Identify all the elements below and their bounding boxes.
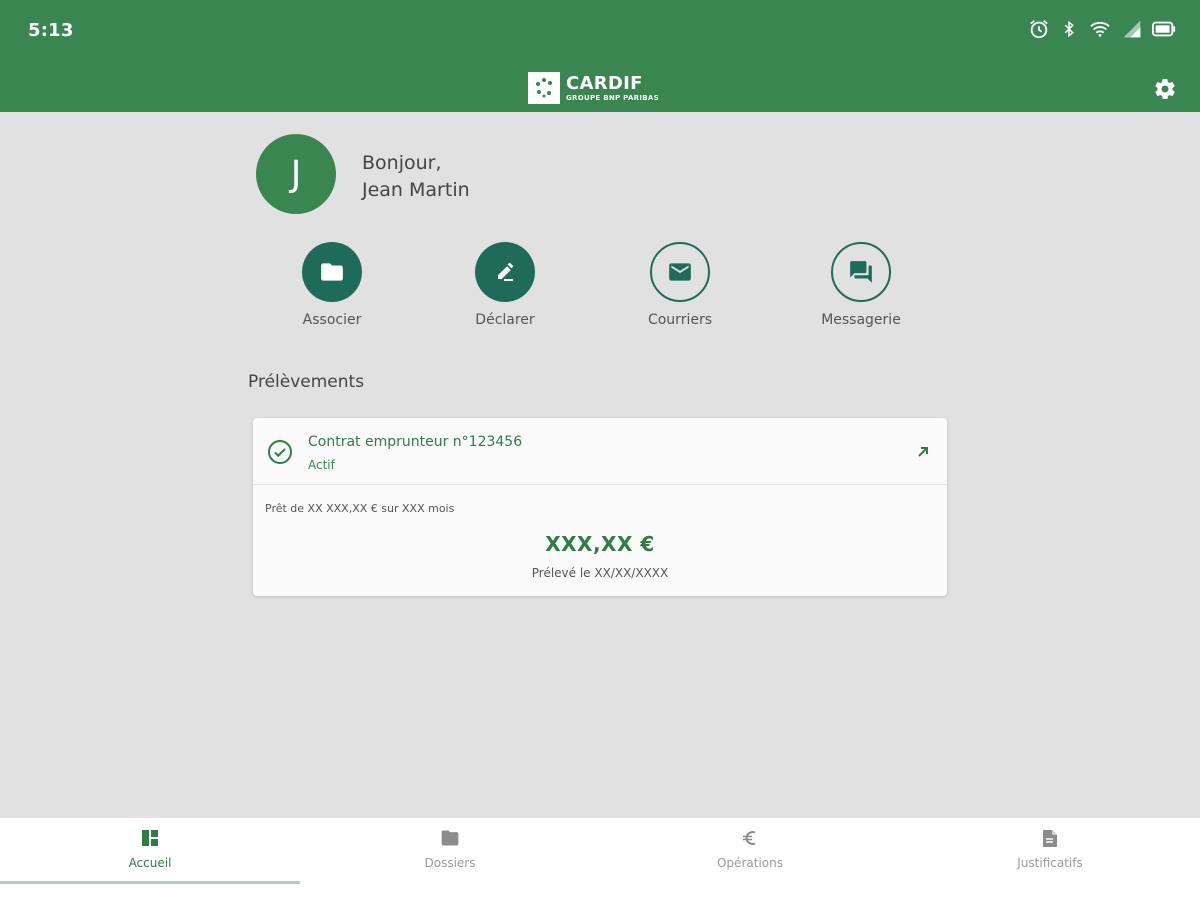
loan-description: Prêt de XX XXX,XX € sur XXX mois [265, 502, 455, 515]
chat-icon [850, 261, 872, 283]
mail-icon [669, 263, 691, 281]
signal-icon [1122, 19, 1142, 39]
nav-item-operations[interactable]: Opérations [600, 818, 900, 900]
greeting-hello: Bonjour, [362, 152, 442, 174]
pencil-icon [498, 262, 514, 281]
logo-mark-icon [528, 72, 560, 104]
debit-amount: XXX,XX € [545, 532, 655, 556]
bottom-nav: Accueil Dossiers Opérations Justificatif… [0, 818, 1200, 900]
wifi-icon [1088, 18, 1112, 40]
nav-label-dossiers: Dossiers [424, 856, 476, 870]
gear-icon [1155, 78, 1175, 100]
declarer-label: Déclarer [475, 312, 535, 328]
nav-label-accueil: Accueil [128, 856, 172, 870]
contract-title: Contrat emprunteur n°123456 [308, 434, 523, 450]
courriers-label: Courriers [647, 312, 713, 328]
nav-item-justificatifs[interactable]: Justificatifs [900, 818, 1200, 900]
nav-label-justificatifs: Justificatifs [1017, 856, 1083, 870]
contract-status: Actif [308, 458, 335, 472]
dashboard-icon [142, 830, 158, 846]
open-arrow-icon[interactable] [915, 444, 931, 460]
greeting: Bonjour, Jean Martin [362, 150, 470, 204]
messagerie-label: Messagerie [821, 312, 901, 328]
messagerie-button[interactable]: Messagerie [791, 242, 931, 328]
associer-label: Associer [302, 312, 362, 328]
contract-card[interactable]: Contrat emprunteur n°123456 Actif Prêt d… [253, 418, 947, 596]
check-circle-icon [268, 440, 292, 464]
status-icons [1028, 18, 1176, 40]
section-title-prelevements: Prélèvements [248, 372, 365, 392]
document-icon [1043, 829, 1057, 847]
alarm-icon [1028, 18, 1050, 40]
contract-card-header[interactable]: Contrat emprunteur n°123456 Actif [253, 418, 947, 485]
nav-active-indicator [0, 881, 300, 884]
status-time: 5:13 [28, 20, 74, 41]
folder-icon [321, 263, 343, 281]
cardif-logo: CARDIF GROUPE BNP PARIBAS [528, 72, 659, 104]
bluetooth-icon [1060, 18, 1078, 40]
courriers-button[interactable]: Courriers [610, 242, 750, 328]
logo-subtitle: GROUPE BNP PARIBAS [566, 93, 659, 102]
logo-name: CARDIF [566, 72, 643, 94]
battery-icon [1152, 20, 1176, 38]
folder-icon [441, 830, 459, 846]
settings-button[interactable] [1152, 76, 1178, 102]
euro-icon [743, 831, 756, 845]
nav-label-operations: Opérations [717, 856, 783, 870]
associer-button[interactable]: Associer [262, 242, 402, 328]
user-name: Jean Martin [362, 179, 470, 201]
declarer-button[interactable]: Déclarer [435, 242, 575, 328]
nav-item-accueil[interactable]: Accueil [0, 818, 300, 900]
nav-item-dossiers[interactable]: Dossiers [300, 818, 600, 900]
app-header: 5:13 CARDIF GROUPE BNP PARIBAS [0, 0, 1200, 112]
avatar: J [256, 134, 336, 214]
debit-date: Prélevé le XX/XX/XXXX [531, 566, 669, 580]
